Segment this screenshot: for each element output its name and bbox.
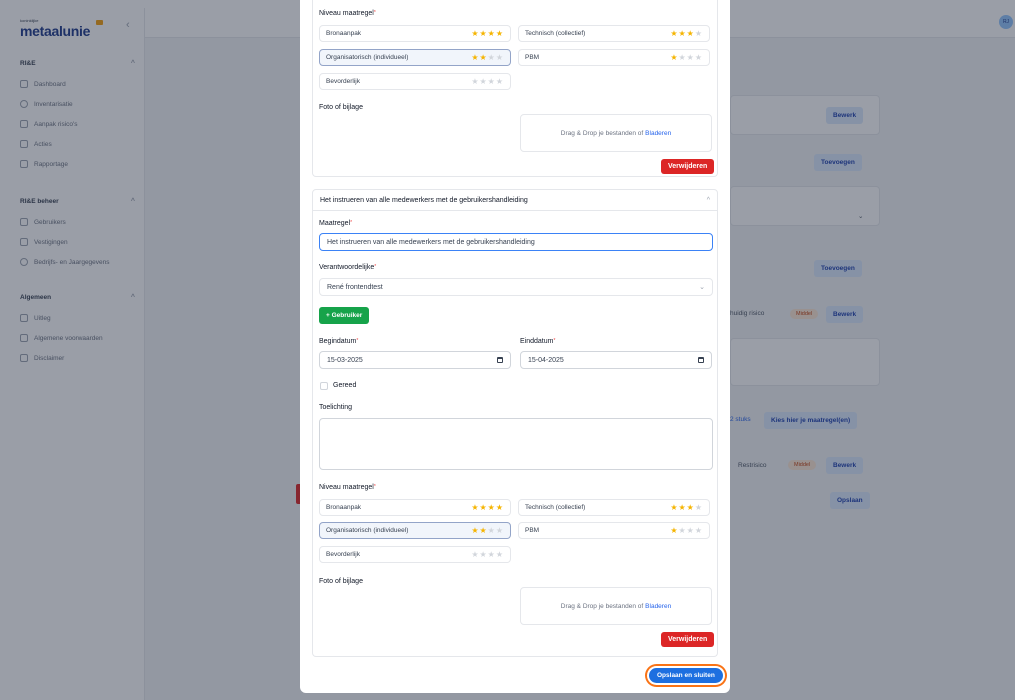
verantwoordelijke-label: Verantwoordelijke [319,264,375,271]
verantwoordelijke-select[interactable]: René frontendtest ⌄ [319,278,713,296]
rating-organisatorisch[interactable]: Organisatorisch (individueel) ★★★★ [319,49,511,66]
maatregel-input[interactable]: Het instrueren van alle medewerkers met … [319,233,713,251]
foto-bijlage-label: Foto of bijlage [319,104,363,111]
star-rating-icon: ★★★★ [670,526,703,535]
rating-bevorderlijk[interactable]: Bevorderlijk ★★★★ [319,73,511,90]
gereed-checkbox[interactable] [320,382,328,390]
star-rating-icon: ★★★★ [471,526,504,535]
bladeren-link[interactable]: Bladeren [645,130,671,137]
foto-bijlage-label: Foto of bijlage [319,578,363,585]
gereed-label: Gereed [333,382,357,389]
maatregel-modal: Niveau maatregel* Bronaanpak ★★★★ Techni… [300,0,730,693]
file-dropzone[interactable]: Drag & Drop je bestanden of Bladeren [520,114,712,152]
chevron-up-icon: ^ [706,196,710,204]
begindatum-label: Begindatum [319,338,357,345]
niveau-maatregel-label: Niveau maatregel [319,10,374,17]
maatregel-accordion-header[interactable]: Het instrueren van alle medewerkers met … [312,189,718,211]
file-dropzone[interactable]: Drag & Drop je bestanden of Bladeren [520,587,712,625]
rating-technisch[interactable]: Technisch (collectief) ★★★★ [518,499,710,516]
add-user-button[interactable]: + Gebruiker [319,307,370,324]
calendar-icon[interactable] [497,357,503,363]
maatregel-label: Maatregel [319,220,351,227]
rating-organisatorisch[interactable]: Organisatorisch (individueel) ★★★★ [319,522,511,539]
verwijderen-button[interactable]: Verwijderen [661,159,715,174]
bladeren-link[interactable]: Bladeren [645,603,671,610]
star-rating-icon: ★★★★ [471,550,504,559]
verwijderen-button[interactable]: Verwijderen [661,632,715,647]
einddatum-label: Einddatum [520,338,554,345]
toelichting-label: Toelichting [319,404,353,411]
star-rating-icon: ★★★★ [670,29,703,38]
rating-pbm[interactable]: PBM ★★★★ [518,49,710,66]
star-rating-icon: ★★★★ [471,77,504,86]
rating-pbm[interactable]: PBM ★★★★ [518,522,710,539]
rating-bronaanpak[interactable]: Bronaanpak ★★★★ [319,25,511,42]
rating-bronaanpak[interactable]: Bronaanpak ★★★★ [319,499,511,516]
star-rating-icon: ★★★★ [471,29,504,38]
calendar-icon[interactable] [698,357,704,363]
toelichting-textarea[interactable] [319,418,713,470]
save-close-button[interactable]: Opslaan en sluiten [649,668,723,683]
begindatum-input[interactable]: 15-03-2025 [319,351,511,369]
chevron-down-icon: ⌄ [699,284,705,291]
star-rating-icon: ★★★★ [670,503,703,512]
star-rating-icon: ★★★★ [471,53,504,62]
rating-technisch[interactable]: Technisch (collectief) ★★★★ [518,25,710,42]
niveau-maatregel-label: Niveau maatregel [319,484,374,491]
star-rating-icon: ★★★★ [670,53,703,62]
rating-bevorderlijk[interactable]: Bevorderlijk ★★★★ [319,546,511,563]
einddatum-input[interactable]: 15-04-2025 [520,351,712,369]
star-rating-icon: ★★★★ [471,503,504,512]
